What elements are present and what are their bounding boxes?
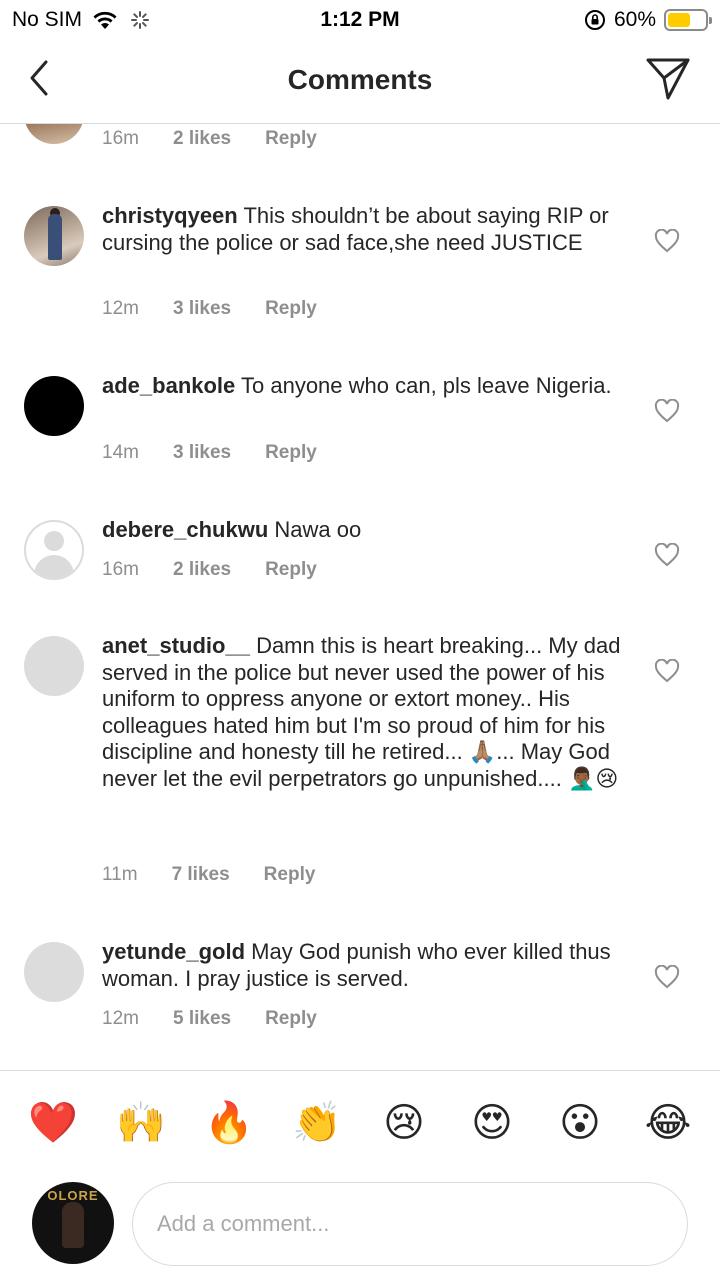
comment-likes[interactable]: 2 likes (173, 559, 231, 581)
emoji-crying-button[interactable]: 😢 (380, 1099, 428, 1147)
avatar[interactable] (24, 520, 84, 580)
comments-list[interactable]: 16m 2 likes Reply christyqyeen This shou… (0, 124, 720, 1070)
reply-button[interactable]: Reply (264, 864, 316, 886)
battery-percent: 60% (613, 8, 656, 31)
emoji-surprised-button[interactable]: 😮 (556, 1099, 604, 1147)
emoji-clap-button[interactable]: 👏 (292, 1099, 342, 1147)
comment-text: anet_studio__ Damn this is heart breakin… (102, 633, 622, 792)
emoji-reaction-bar: ❤️ 🙌 🔥 👏 😢 😍 😮 😂 (0, 1070, 720, 1170)
like-heart-icon[interactable] (654, 965, 680, 989)
comment-time: 11m (102, 864, 138, 885)
comment-username[interactable]: anet_studio__ (102, 633, 250, 658)
avatar[interactable] (24, 376, 84, 436)
like-heart-icon[interactable] (654, 543, 680, 567)
comment-text: christyqyeen This shouldn’t be about say… (102, 203, 622, 256)
avatar[interactable] (24, 636, 84, 696)
like-heart-icon[interactable] (654, 399, 680, 423)
comment-username[interactable]: christyqyeen (102, 203, 238, 228)
direct-send-icon[interactable] (644, 56, 692, 102)
comment-likes[interactable]: 3 likes (173, 298, 231, 320)
emoji-heart-eyes-button[interactable]: 😍 (468, 1099, 516, 1147)
reply-button[interactable]: Reply (265, 559, 317, 581)
comment-time: 12m (102, 1008, 139, 1029)
emoji-raised-hands-button[interactable]: 🙌 (116, 1099, 166, 1147)
comment-username[interactable]: yetunde_gold (102, 939, 245, 964)
orientation-lock-icon (584, 10, 605, 30)
header: Comments (0, 40, 720, 124)
comment-likes[interactable]: 7 likes (172, 864, 230, 886)
battery-icon (664, 9, 712, 31)
comment-likes[interactable]: 2 likes (173, 128, 231, 150)
reply-button[interactable]: Reply (265, 442, 317, 464)
comment-likes[interactable]: 5 likes (173, 1008, 231, 1030)
comment-time: 14m (102, 442, 139, 463)
comment-text: debere_chukwu Nawa oo (102, 517, 622, 544)
emoji-laughing-button[interactable]: 😂 (644, 1099, 692, 1147)
comment-username[interactable]: ade_bankole (102, 373, 235, 398)
comment-meta: 16m 2 likes Reply (102, 559, 351, 581)
reply-button[interactable]: Reply (265, 128, 317, 150)
reply-button[interactable]: Reply (265, 298, 317, 320)
comment-text: yetunde_gold May God punish who ever kil… (102, 939, 622, 992)
page-title: Comments (287, 64, 433, 95)
comment-composer: OLORE (0, 1170, 720, 1280)
comment-time: 16m (102, 128, 139, 149)
emoji-heart-button[interactable]: ❤️ (28, 1099, 78, 1147)
comment-text: ade_bankole To anyone who can, pls leave… (102, 373, 622, 400)
like-heart-icon[interactable] (654, 229, 680, 253)
comment-meta: 11m 7 likes Reply (102, 864, 349, 886)
reply-button[interactable]: Reply (265, 1008, 317, 1030)
avatar[interactable] (24, 942, 84, 1002)
avatar[interactable] (24, 206, 84, 266)
comment-time: 16m (102, 559, 139, 580)
avatar[interactable] (24, 124, 84, 144)
comment-meta: 12m 5 likes Reply (102, 1008, 351, 1030)
comment-meta: 16m 2 likes Reply (102, 128, 351, 150)
comment-body: Nawa oo (274, 517, 362, 542)
comment-meta: 14m 3 likes Reply (102, 442, 351, 464)
comment-meta: 12m 3 likes Reply (102, 298, 351, 320)
battery-fill (668, 13, 690, 27)
comment-username[interactable]: debere_chukwu (102, 517, 268, 542)
comment-input[interactable] (132, 1182, 688, 1266)
avatar-logo-text: OLORE (47, 1188, 99, 1203)
like-heart-icon[interactable] (654, 659, 680, 683)
comment-likes[interactable]: 3 likes (173, 442, 231, 464)
comment-time: 12m (102, 298, 139, 319)
my-avatar[interactable]: OLORE (32, 1182, 114, 1264)
comment-body: To anyone who can, pls leave Nigeria. (241, 373, 612, 398)
emoji-fire-button[interactable]: 🔥 (204, 1099, 254, 1147)
status-bar: No SIM 1:12 PM 60% (0, 0, 720, 40)
